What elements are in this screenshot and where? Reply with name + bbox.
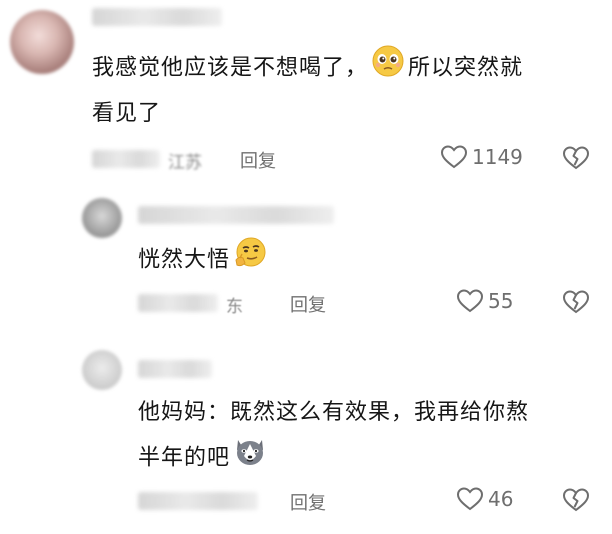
like-button[interactable]: 55	[456, 288, 513, 314]
location: 江苏	[168, 153, 202, 173]
heart-icon	[440, 145, 468, 169]
dislike-button[interactable]	[562, 289, 590, 319]
comment-text-line2: 半年的吧	[138, 445, 231, 471]
timestamp	[138, 492, 258, 510]
heart-icon	[456, 289, 484, 313]
broken-heart-icon	[562, 146, 590, 170]
username[interactable]	[138, 360, 212, 378]
comment-text-line1: 他妈妈：既然这么有效果，我再给你熬	[138, 400, 530, 425]
reply-button[interactable]: 回复	[240, 147, 276, 173]
comment-text-part1: 我感觉他应该是不想喝了，	[92, 55, 369, 81]
timestamp	[138, 294, 218, 312]
broken-heart-icon	[562, 488, 590, 512]
avatar[interactable]	[10, 10, 74, 74]
reply-button[interactable]: 回复	[290, 489, 326, 515]
like-count: 1149	[472, 145, 523, 169]
pleading-face-emoji	[370, 44, 406, 93]
username[interactable]	[92, 8, 222, 26]
comment-text-line2: 看见了	[92, 101, 162, 126]
comment-text-part1: 恍然大悟	[138, 247, 231, 273]
username[interactable]	[138, 206, 334, 224]
timestamp	[92, 150, 160, 168]
location: 东	[226, 297, 243, 317]
heart-icon	[456, 487, 484, 511]
comment-text: 恍然大悟	[138, 236, 270, 285]
reply-button[interactable]: 回复	[290, 291, 326, 317]
comment-text: 他妈妈：既然这么有效果，我再给你熬 半年的吧	[138, 392, 529, 483]
thinking-smirk-emoji	[232, 236, 268, 285]
like-button[interactable]: 1149	[440, 144, 523, 170]
comment-text-part2: 所以突然就	[408, 55, 524, 81]
comment-text: 我感觉他应该是不想喝了， 所以突然就 看见了	[92, 44, 523, 135]
like-count: 55	[488, 289, 514, 313]
avatar[interactable]	[82, 198, 122, 238]
dislike-button[interactable]	[562, 145, 590, 175]
broken-heart-icon	[562, 290, 590, 314]
like-count: 46	[488, 487, 514, 511]
husky-dog-emoji	[232, 434, 268, 483]
dislike-button[interactable]	[562, 487, 590, 517]
like-button[interactable]: 46	[456, 486, 513, 512]
avatar[interactable]	[82, 350, 122, 390]
